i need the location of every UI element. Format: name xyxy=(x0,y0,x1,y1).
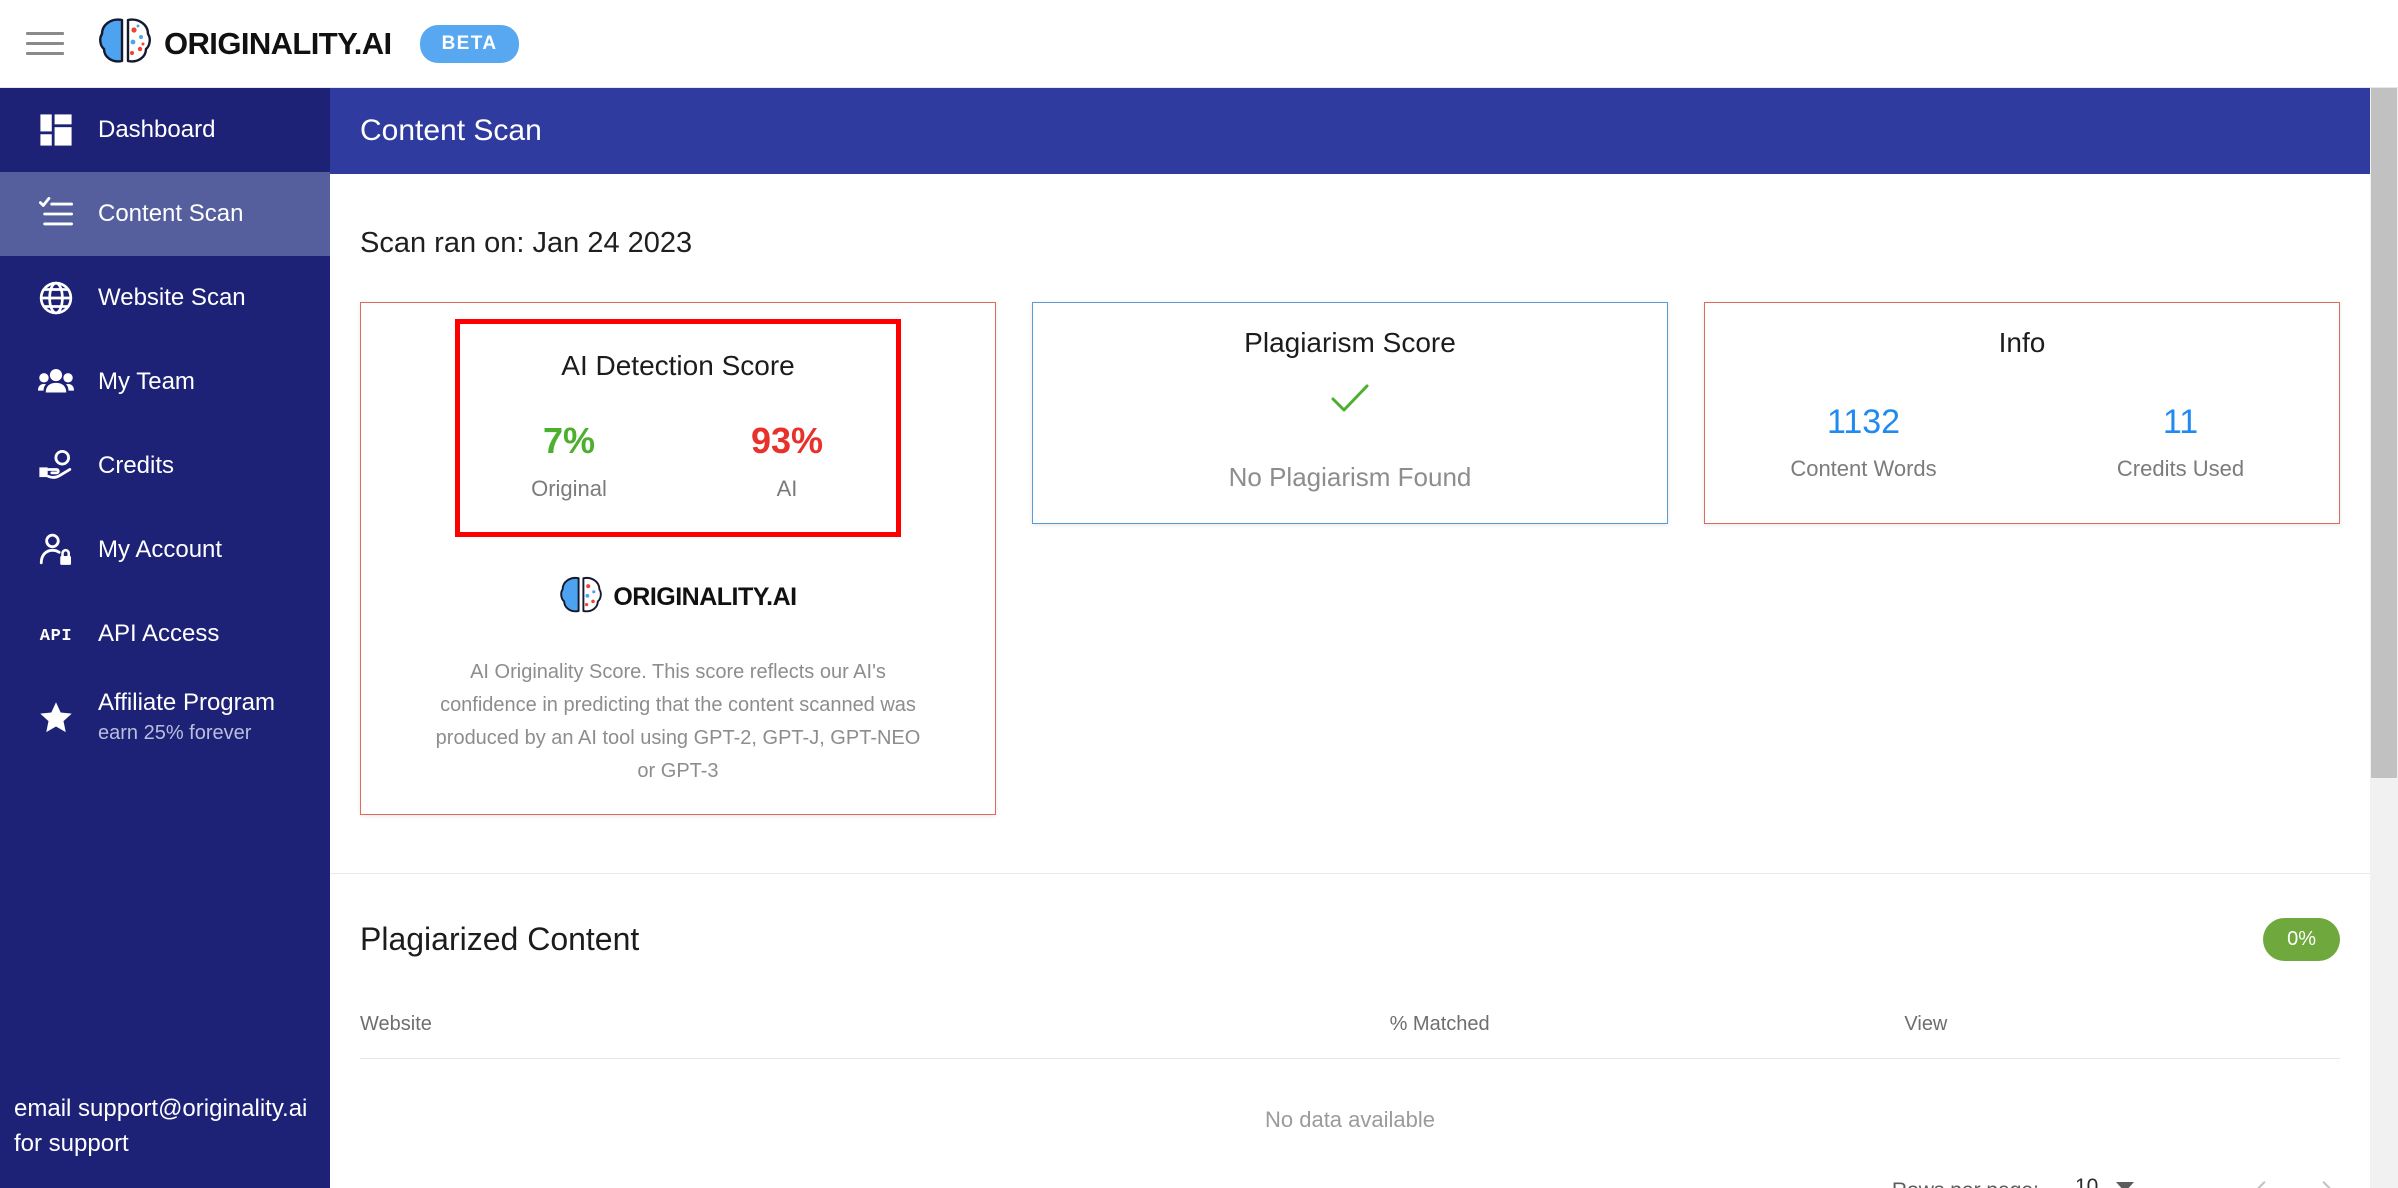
person-lock-icon xyxy=(24,533,88,567)
table-pagination: Rows per page: 10 – xyxy=(360,1169,2340,1188)
plagiarized-content-header: Plagiarized Content 0% xyxy=(360,874,2340,961)
sidebar-item-label: Credits xyxy=(98,451,175,479)
plagiarized-content-table: Website % Matched View No data available xyxy=(360,1013,2340,1169)
sidebar-item-content-scan[interactable]: Content Scan xyxy=(0,172,330,256)
sidebar-item-api-access[interactable]: API API Access xyxy=(0,592,330,676)
sidebar-item-affiliate-program[interactable]: Affiliate Program earn 25% forever xyxy=(0,676,330,760)
sidebar-item-label: Website Scan xyxy=(98,283,246,311)
content-words-label: Content Words xyxy=(1790,456,1937,481)
credits-used-label: Credits Used xyxy=(2116,456,2245,481)
app-root: ORIGINALITY.AI BETA Dashboard Content Sc… xyxy=(0,0,2398,1188)
checklist-icon xyxy=(24,197,88,231)
sidebar-item-sublabel: earn 25% forever xyxy=(98,722,252,745)
brain-logo-icon xyxy=(98,16,152,71)
star-icon xyxy=(24,700,88,736)
sidebar-item-website-scan[interactable]: Website Scan xyxy=(0,256,330,340)
table-body: No data available xyxy=(360,1059,2340,1170)
chevron-left-icon[interactable] xyxy=(2248,1178,2274,1188)
sidebar-item-label: API Access xyxy=(98,619,220,647)
sidebar-item-my-account[interactable]: My Account xyxy=(0,508,330,592)
sidebar-item-label: My Team xyxy=(98,367,195,395)
main-content: Scan ran on: Jan 24 2023 AI Detection Sc… xyxy=(330,174,2370,1188)
brand-wordmark: ORIGINALITY.AI xyxy=(164,25,392,61)
original-label: Original xyxy=(531,476,607,501)
sidebar-item-dashboard[interactable]: Dashboard xyxy=(0,88,330,172)
hamburger-icon[interactable] xyxy=(26,27,70,61)
people-group-icon xyxy=(24,364,88,400)
credits-used-value: 11 xyxy=(2162,403,2199,441)
sidebar-item-label: Affiliate Program xyxy=(98,688,275,716)
api-text-icon: API xyxy=(24,623,88,645)
sidebar-item-label: Dashboard xyxy=(98,115,216,143)
hand-coin-icon xyxy=(24,449,88,483)
svg-text:API: API xyxy=(40,627,72,645)
sidebar-item-label: My Account xyxy=(98,535,223,563)
ai-card-title: AI Detection Score xyxy=(561,350,795,381)
sidebar-item-credits[interactable]: Credits xyxy=(0,424,330,508)
ai-percentage: 93% xyxy=(750,420,824,461)
chevron-right-icon[interactable] xyxy=(2314,1178,2340,1188)
ai-card-description: AI Originality Score. This score reflect… xyxy=(435,661,921,782)
beta-badge[interactable]: BETA xyxy=(419,24,520,63)
rows-per-page-label: Rows per page: xyxy=(1892,1179,2039,1188)
content-words-stat: 1132 Content Words xyxy=(1705,403,2022,482)
ai-card-logo-text: ORIGINALITY.AI xyxy=(613,583,797,611)
page-scrollbar-thumb[interactable] xyxy=(2371,88,2397,778)
check-mark-icon xyxy=(1330,383,1370,420)
rows-per-page-value: 10 xyxy=(2074,1175,2099,1188)
globe-icon xyxy=(24,281,88,315)
info-card: Info 1132 Content Words 11 Credits Used xyxy=(1704,302,2340,524)
brain-logo-icon xyxy=(559,575,603,620)
original-percentage: 7% xyxy=(542,420,596,461)
summary-cards-row: AI Detection Score 7% Original 93% AI OR… xyxy=(360,302,2370,815)
top-bar: ORIGINALITY.AI BETA xyxy=(0,0,2398,88)
scan-date-text: Scan ran on: Jan 24 2023 xyxy=(360,227,693,259)
sidebar: Dashboard Content Scan Website Scan My T… xyxy=(0,88,330,1188)
page-header: Content Scan xyxy=(330,88,2370,174)
pagination-range: – xyxy=(2188,1179,2200,1188)
info-card-title: Info xyxy=(1998,327,2046,358)
ai-label: AI xyxy=(776,476,798,501)
sidebar-support-text: email support@originality.ai for support xyxy=(14,1095,308,1158)
column-header-view[interactable]: View xyxy=(1904,1013,2340,1059)
rows-per-page-select[interactable]: 10 xyxy=(2074,1175,2135,1188)
dashboard-grid-icon xyxy=(24,113,88,147)
plagiarized-content-panel: Plagiarized Content 0% Website % Matched… xyxy=(330,874,2370,1188)
ai-score-block: 93% AI xyxy=(678,420,896,502)
empty-state-message: No data available xyxy=(1264,1107,1435,1132)
ai-score-values: 7% Original 93% AI xyxy=(460,420,896,502)
table-header: Website % Matched View xyxy=(360,1013,2340,1059)
content-words-value: 1132 xyxy=(1826,403,1901,441)
table-header-row: Website % Matched View xyxy=(360,1013,2340,1059)
sidebar-item-label: Content Scan xyxy=(98,199,244,227)
ai-score-highlight-box: AI Detection Score 7% Original 93% AI xyxy=(455,319,901,537)
ai-detection-score-card: AI Detection Score 7% Original 93% AI OR… xyxy=(360,302,996,815)
chevron-down-icon xyxy=(2116,1182,2135,1188)
info-card-stats: 1132 Content Words 11 Credits Used xyxy=(1705,403,2339,482)
sidebar-item-my-team[interactable]: My Team xyxy=(0,340,330,424)
column-header-matched[interactable]: % Matched xyxy=(1389,1013,1905,1059)
plagiarism-status-text: No Plagiarism Found xyxy=(1228,462,1472,492)
original-score-block: 7% Original xyxy=(460,420,678,502)
plagiarism-card-title: Plagiarism Score xyxy=(1244,327,1456,358)
column-header-website[interactable]: Website xyxy=(360,1013,1390,1059)
empty-state-row: No data available xyxy=(360,1059,2340,1170)
plagiarism-percent-badge: 0% xyxy=(2263,918,2340,961)
credits-used-stat: 11 Credits Used xyxy=(2022,403,2339,482)
ai-card-logo: ORIGINALITY.AI xyxy=(377,575,979,620)
plagiarized-content-title: Plagiarized Content xyxy=(360,921,640,957)
plagiarism-score-card: Plagiarism Score No Plagiarism Found xyxy=(1032,302,1668,524)
brand: ORIGINALITY.AI xyxy=(98,16,392,71)
page-title: Content Scan xyxy=(360,114,542,147)
